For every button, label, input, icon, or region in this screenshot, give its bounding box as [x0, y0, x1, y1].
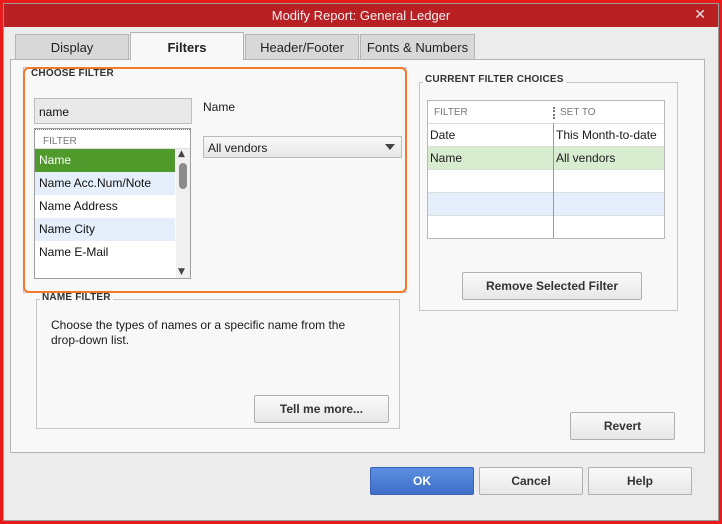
- table-row[interactable]: [428, 192, 664, 215]
- tab-header-footer-label: Header/Footer: [260, 40, 344, 55]
- table-row[interactable]: [428, 215, 664, 238]
- col-set-to-header: SET TO: [560, 107, 596, 118]
- filter-list-header: FILTER: [35, 129, 190, 149]
- chevron-down-icon: [385, 144, 395, 150]
- name-dropdown[interactable]: All vendors: [203, 136, 402, 158]
- close-icon[interactable]: ✕: [694, 7, 706, 23]
- filter-search-input[interactable]: name: [34, 98, 192, 124]
- title-bar: Modify Report: General Ledger ✕: [4, 4, 718, 27]
- col-filter-header: FILTER: [434, 107, 468, 118]
- name-filter-description: Choose the types of names or a specific …: [51, 318, 346, 347]
- name-filter-label: NAME FILTER: [40, 292, 113, 303]
- table-row[interactable]: Name All vendors: [428, 146, 664, 169]
- choose-filter-label: CHOOSE FILTER: [29, 68, 116, 79]
- tab-header-footer[interactable]: Header/Footer: [245, 34, 359, 59]
- current-filter-label: CURRENT FILTER CHOICES: [423, 74, 566, 85]
- cancel-button[interactable]: Cancel: [479, 467, 583, 495]
- list-item[interactable]: Name Acc.Num/Note: [35, 172, 175, 195]
- tab-display-label: Display: [50, 40, 94, 55]
- current-filter-table: FILTER SET TO Date This Month-to-date Na…: [427, 100, 665, 239]
- dialog-title: Modify Report: General Ledger: [271, 8, 451, 23]
- table-header: FILTER SET TO: [428, 101, 664, 123]
- scroll-down-icon[interactable]: ▼: [178, 267, 185, 277]
- list-item[interactable]: Name Address: [35, 195, 175, 218]
- list-item[interactable]: Name: [35, 149, 175, 172]
- tab-filters[interactable]: Filters: [130, 32, 244, 60]
- tab-fonts-numbers[interactable]: Fonts & Numbers: [360, 34, 475, 59]
- table-row[interactable]: Date This Month-to-date: [428, 123, 664, 146]
- list-item[interactable]: Name City: [35, 218, 175, 241]
- list-item[interactable]: Name E-Mail: [35, 241, 175, 264]
- filter-list-scrollbar[interactable]: ▲ ▼: [176, 149, 190, 278]
- remove-selected-filter-button[interactable]: Remove Selected Filter: [462, 272, 642, 300]
- name-dropdown-value: All vendors: [208, 141, 268, 155]
- row-filter-cell: Date: [430, 128, 456, 142]
- tab-fonts-numbers-label: Fonts & Numbers: [366, 40, 469, 55]
- row-filter-cell: Name: [430, 151, 463, 165]
- column-divider: [553, 123, 554, 238]
- row-set-to-cell: This Month-to-date: [556, 128, 657, 142]
- column-resize-handle[interactable]: [553, 107, 555, 119]
- ok-button[interactable]: OK: [370, 467, 474, 495]
- filter-list[interactable]: FILTER Name Name Acc.Num/Note Name Addre…: [34, 128, 191, 279]
- name-field-label: Name: [203, 100, 236, 114]
- tab-filters-label: Filters: [167, 40, 207, 55]
- row-set-to-cell: All vendors: [556, 151, 616, 165]
- scroll-up-icon[interactable]: ▲: [178, 149, 185, 159]
- table-row[interactable]: [428, 169, 664, 192]
- scroll-thumb[interactable]: [179, 163, 187, 189]
- help-button[interactable]: Help: [588, 467, 692, 495]
- tab-display[interactable]: Display: [15, 34, 129, 59]
- revert-button[interactable]: Revert: [570, 412, 675, 440]
- tell-me-more-button[interactable]: Tell me more...: [254, 395, 389, 423]
